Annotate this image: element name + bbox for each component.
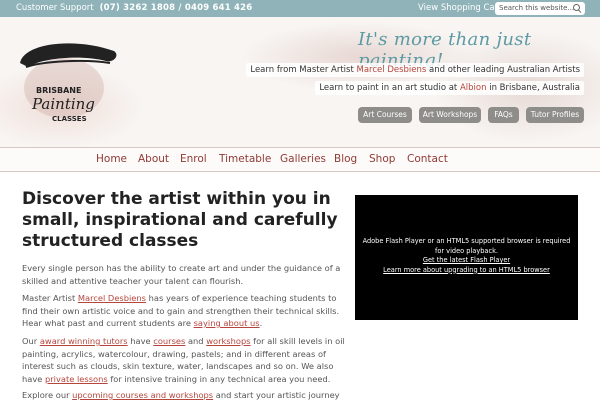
flash-required-text: Adobe Flash Player or an HTML5 supported… bbox=[362, 237, 571, 255]
logo-word-brisbane: BRISBANE bbox=[36, 86, 81, 95]
nav-enrol[interactable]: Enrol bbox=[180, 153, 207, 165]
art-courses-button[interactable]: Art Courses bbox=[358, 107, 412, 123]
courses-link[interactable]: courses bbox=[153, 336, 185, 346]
nav-blog[interactable]: Blog bbox=[334, 153, 357, 165]
p2-post: . bbox=[259, 318, 263, 328]
main-nav: Home About Enrol Timetable Galleries Blo… bbox=[0, 147, 600, 172]
nav-timetable[interactable]: Timetable bbox=[219, 153, 271, 165]
upcoming-courses-link[interactable]: upcoming courses and workshops bbox=[72, 390, 213, 400]
p3-t4: for intensive training in any technical … bbox=[107, 373, 331, 384]
p3-t2: and bbox=[185, 336, 207, 346]
workshops-link[interactable]: workshops bbox=[206, 336, 250, 346]
nav-about[interactable]: About bbox=[138, 153, 169, 165]
support-label: Customer Support bbox=[16, 3, 94, 13]
tutor-profiles-button[interactable]: Tutor Profiles bbox=[526, 107, 584, 123]
nav-home[interactable]: Home bbox=[96, 153, 127, 165]
video-message: Adobe Flash Player or an HTML5 supported… bbox=[361, 237, 572, 275]
intro-paragraph: Every single person has the ability to c… bbox=[22, 263, 341, 286]
search-icon[interactable] bbox=[573, 4, 580, 11]
intro-link-albion[interactable]: Albion bbox=[460, 83, 487, 93]
nav-galleries[interactable]: Galleries bbox=[280, 153, 326, 165]
intro-line-2-post: in Brisbane, Australia bbox=[486, 83, 580, 93]
customer-support: Customer Support (07) 3262 1808 / 0409 64… bbox=[16, 3, 252, 13]
logo-word-painting: Painting bbox=[31, 95, 95, 113]
search-input[interactable]: Search this website... bbox=[495, 2, 585, 15]
logo-word-classes: CLASSES bbox=[52, 115, 87, 123]
site-header: BRISBANE Painting CLASSES It's more than… bbox=[0, 17, 600, 147]
view-cart-link[interactable]: View Shopping Cart bbox=[418, 3, 501, 13]
top-bar: Customer Support (07) 3262 1808 / 0409 64… bbox=[0, 0, 600, 17]
intro-line-2-pre: Learn to paint in an art studio at bbox=[319, 83, 460, 93]
page-headline: Discover the artist within you in small,… bbox=[22, 189, 338, 251]
p4-pre: Explore our bbox=[22, 390, 73, 400]
intro-line-2: Learn to paint in an art studio at Albio… bbox=[315, 81, 584, 95]
faqs-button[interactable]: FAQs bbox=[488, 107, 519, 123]
intro-link-marcel[interactable]: Marcel Desbiens bbox=[357, 65, 427, 75]
intro-line-1: Learn from Master Artist Marcel Desbiens… bbox=[246, 63, 584, 77]
private-lessons-link[interactable]: private lessons bbox=[45, 374, 108, 384]
art-workshops-button[interactable]: Art Workshops bbox=[419, 107, 481, 123]
intro-line-1-post: and other leading Australian Artists bbox=[426, 65, 580, 75]
nav-contact[interactable]: Contact bbox=[407, 153, 448, 165]
support-phone[interactable]: (07) 3262 1808 / 0409 641 426 bbox=[100, 3, 253, 13]
p2-pre: Master Artist bbox=[22, 293, 78, 303]
courses-paragraph: Our award winning tutors have courses an… bbox=[22, 335, 352, 385]
search-placeholder: Search this website... bbox=[499, 4, 575, 12]
upgrade-html5-link[interactable]: Learn more about upgrading to an HTML5 b… bbox=[361, 266, 572, 276]
teacher-paragraph: Master Artist Marcel Desbiens has years … bbox=[22, 292, 352, 330]
video-player[interactable]: Adobe Flash Player or an HTML5 supported… bbox=[355, 195, 578, 320]
intro-line-1-pre: Learn from Master Artist bbox=[250, 65, 357, 75]
p4-post: and start your artistic journey bbox=[213, 390, 340, 400]
nav-shop[interactable]: Shop bbox=[369, 153, 395, 165]
explore-paragraph: Explore our upcoming courses and worksho… bbox=[22, 389, 352, 400]
saying-about-us-link[interactable]: saying about us bbox=[194, 318, 260, 328]
p3-pre: Our bbox=[22, 336, 40, 346]
site-logo[interactable]: BRISBANE Painting CLASSES bbox=[14, 33, 124, 128]
marcel-desbiens-link[interactable]: Marcel Desbiens bbox=[78, 293, 146, 303]
p3-t1: have bbox=[127, 336, 154, 346]
get-flash-link[interactable]: Get the latest Flash Player bbox=[361, 256, 572, 266]
award-winning-tutors-link[interactable]: award winning tutors bbox=[40, 336, 128, 346]
